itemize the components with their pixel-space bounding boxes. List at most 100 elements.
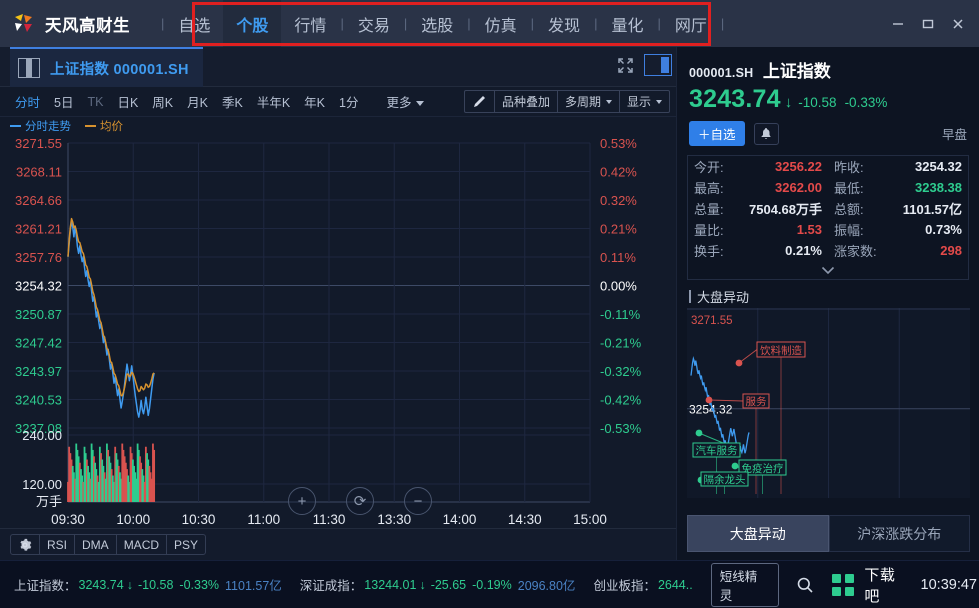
- nav-item-xuangu[interactable]: 选股: [408, 0, 466, 47]
- index-change: -10.58: [137, 577, 174, 592]
- multi-period-label: 多周期: [564, 95, 601, 109]
- quote-title-row: 000001.SH 上证指数: [689, 57, 967, 82]
- panel-split-icon: [18, 58, 40, 78]
- bell-icon[interactable]: [753, 122, 779, 145]
- tab-market-move[interactable]: 大盘异动: [687, 515, 829, 552]
- intraday-chart-svg: 3271.55 0.53% 3268.11 0.42% 3264.66 0.32% 3261…: [0, 135, 676, 525]
- period-5day[interactable]: 5日: [47, 92, 80, 111]
- quote-field-amplitude: 振幅: 0.73%: [828, 220, 968, 239]
- indicator-dma[interactable]: DMA: [74, 535, 116, 554]
- period-halfyeark[interactable]: 半年K: [250, 92, 297, 111]
- chevron-down-icon[interactable]: [688, 261, 968, 279]
- svg-text:3261.21: 3261.21: [15, 222, 62, 237]
- add-to-watchlist-button[interactable]: ＋自选: [689, 121, 745, 146]
- index-pct: -0.19%: [472, 577, 512, 592]
- indicator-rsi[interactable]: RSI: [39, 535, 74, 554]
- nav-item-faxian[interactable]: 发现: [535, 0, 593, 47]
- brand-name: 天风高财生: [45, 16, 130, 35]
- svg-text:0.53%: 0.53%: [600, 136, 637, 151]
- trend-down-icon: ↓: [784, 94, 793, 111]
- multi-period-button[interactable]: 多周期: [556, 91, 619, 112]
- field-value: 3254.32: [915, 159, 962, 174]
- period-dayk[interactable]: 日K: [110, 92, 145, 111]
- svg-text:3268.11: 3268.11: [16, 165, 62, 180]
- display-button[interactable]: 显示: [618, 91, 669, 112]
- field-value: 7504.68万手: [749, 202, 822, 217]
- svg-text:3254.32: 3254.32: [15, 279, 62, 294]
- index-name: 深证成指：: [299, 579, 363, 593]
- index-pct: -0.33%: [179, 577, 220, 592]
- svg-text:0.00%: 0.00%: [600, 279, 637, 294]
- svg-text:3243.97: 3243.97: [15, 364, 62, 379]
- stock-tab-label: 上证指数 000001.SH: [50, 61, 189, 78]
- layout-icon[interactable]: [644, 54, 672, 76]
- market-move-title-label: 大盘异动: [697, 290, 750, 305]
- svg-text:3264.66: 3264.66: [15, 193, 62, 208]
- status-index-szse[interactable]: 深证成指： 13244.01 ↓ -25.65 -0.19% 2096.80亿: [300, 575, 576, 594]
- table-row: 总量: 7504.68万手 总额: 1101.57亿: [688, 198, 968, 219]
- status-bar: 上证指数： 3243.74 ↓ -10.58 -0.33% 1101.57亿 深…: [0, 560, 979, 608]
- field-label: 最高:: [694, 181, 724, 196]
- maximize-button[interactable]: [913, 9, 943, 39]
- field-label: 昨收:: [834, 160, 864, 175]
- period-monthk[interactable]: 月K: [180, 92, 215, 111]
- stock-tab[interactable]: 上证指数 000001.SH: [10, 47, 203, 87]
- nav-item-gegu[interactable]: 个股: [223, 0, 282, 47]
- quote-action-row: ＋自选 早盘: [689, 121, 967, 146]
- period-1min[interactable]: 1分: [332, 92, 365, 111]
- nav-item-fangzhen[interactable]: 仿真: [472, 0, 530, 47]
- index-value: 13244.01: [364, 577, 417, 592]
- svg-text:万手: 万手: [36, 494, 62, 509]
- period-quarterk[interactable]: 季K: [215, 92, 250, 111]
- zoom-in-button[interactable]: +: [288, 487, 316, 515]
- expand-icon[interactable]: [610, 51, 640, 79]
- period-more[interactable]: 更多: [379, 92, 431, 111]
- reset-zoom-button[interactable]: ⟳: [346, 487, 374, 515]
- chart-tab-actions: [610, 51, 672, 79]
- minimize-button[interactable]: [883, 9, 913, 39]
- market-move-chart[interactable]: 3271.55 3254.32 饮料制造 服务 汽车服务 免疫治疗 隔余龙头: [687, 308, 970, 498]
- chart-panel: 上证指数 000001.SH 分时 5日 TK 日K 周K 月K 季K 半年K: [0, 47, 676, 560]
- status-index-chinext[interactable]: 创业板指： 2644..: [593, 575, 692, 594]
- quote-field-advancers: 涨家数: 298: [828, 241, 968, 260]
- trend-down-icon: ↓: [126, 577, 133, 592]
- svg-text:120.00: 120.00: [22, 477, 62, 492]
- short-term-wizard-button[interactable]: 短线精灵: [710, 562, 779, 607]
- period-weekk[interactable]: 周K: [145, 92, 180, 111]
- close-button[interactable]: [943, 9, 973, 39]
- period-fenshi[interactable]: 分时: [8, 92, 47, 111]
- nav-separator: |: [720, 16, 725, 31]
- svg-text:09:30: 09:30: [51, 512, 85, 525]
- svg-text:饮料制造: 饮料制造: [760, 344, 802, 357]
- status-index-sse[interactable]: 上证指数： 3243.74 ↓ -10.58 -0.33% 1101.57亿: [14, 575, 282, 594]
- zoom-out-button[interactable]: −: [404, 487, 432, 515]
- nav-item-jiaoyi[interactable]: 交易: [345, 0, 403, 47]
- nav-item-zixuan[interactable]: 自选: [165, 0, 223, 47]
- indicator-macd[interactable]: MACD: [115, 535, 166, 554]
- nav-item-wangting[interactable]: 网厅: [662, 0, 720, 47]
- field-value: 3262.00: [775, 180, 822, 195]
- gear-icon[interactable]: [11, 535, 39, 554]
- search-icon[interactable]: [793, 572, 819, 598]
- legend-label: 均价: [100, 121, 123, 133]
- nav-item-lianghua[interactable]: 量化: [598, 0, 656, 47]
- nav-item-hangqing[interactable]: 行情: [281, 0, 339, 47]
- quote-code-text: 000001.SH: [689, 66, 754, 80]
- quote-field-open: 今开: 3256.22: [688, 157, 828, 176]
- indicator-psy[interactable]: PSY: [166, 535, 205, 554]
- field-label: 总量:: [694, 202, 724, 217]
- section-marker: [689, 290, 691, 303]
- field-label: 今开:: [694, 160, 724, 175]
- table-row: 换手: 0.21% 涨家数: 298: [688, 240, 968, 261]
- brush-icon[interactable]: [465, 91, 494, 112]
- chart-plot-area[interactable]: 3271.55 0.53% 3268.11 0.42% 3264.66 0.32% 3261…: [0, 135, 676, 525]
- period-tk[interactable]: TK: [80, 95, 110, 109]
- period-yeark[interactable]: 年K: [297, 92, 332, 111]
- tab-updown-distribution[interactable]: 沪深涨跌分布: [828, 515, 970, 552]
- display-label: 显示: [626, 95, 651, 109]
- brand: 天风高财生: [0, 12, 160, 36]
- quote-change: -10.58: [798, 95, 837, 110]
- overlay-button[interactable]: 品种叠加: [493, 91, 557, 112]
- svg-text:3271.55: 3271.55: [15, 136, 62, 151]
- field-value: 0.73%: [925, 222, 962, 237]
